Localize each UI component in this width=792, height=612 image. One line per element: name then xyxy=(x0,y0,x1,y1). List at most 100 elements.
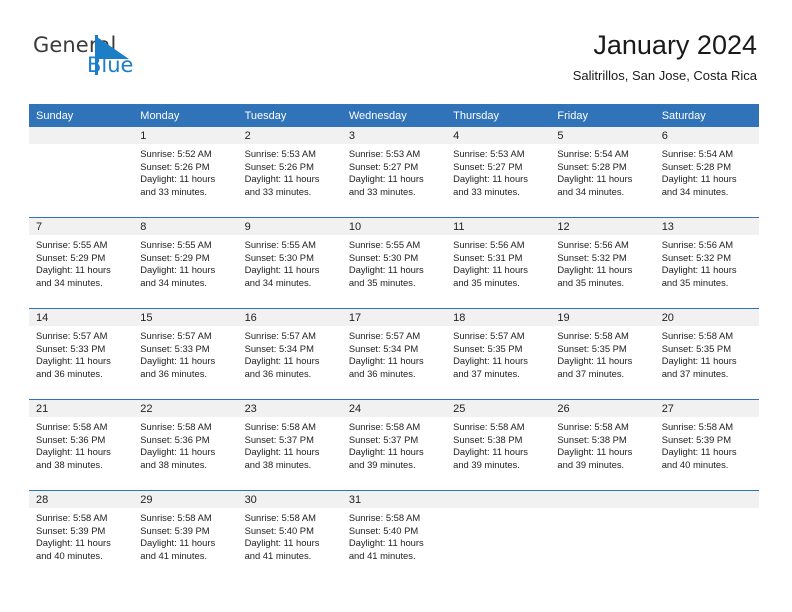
day-cell[interactable]: 18 Sunrise: 5:57 AM Sunset: 5:35 PM Dayl… xyxy=(446,308,551,400)
general-blue-logo[interactable]: General Blue xyxy=(33,33,213,83)
day-number: 20 xyxy=(654,309,759,326)
daylight-text: Daylight: 11 hours and 39 minutes. xyxy=(348,446,424,470)
day-cell[interactable] xyxy=(550,490,655,581)
daylight-text: Daylight: 11 hours and 39 minutes. xyxy=(557,446,633,470)
day-cell[interactable]: 17 Sunrise: 5:57 AM Sunset: 5:34 PM Dayl… xyxy=(341,308,447,400)
day-cell[interactable]: 14 Sunrise: 5:57 AM Sunset: 5:33 PM Dayl… xyxy=(29,308,134,400)
sunset-text: Sunset: 5:32 PM xyxy=(557,251,627,263)
day-details: Sunrise: 5:58 AM Sunset: 5:40 PM Dayligh… xyxy=(342,508,446,562)
sunset-text: Sunset: 5:31 PM xyxy=(453,251,523,263)
day-cell[interactable]: 13 Sunrise: 5:56 AM Sunset: 5:32 PM Dayl… xyxy=(654,217,759,309)
day-cell[interactable]: 6 Sunrise: 5:54 AM Sunset: 5:28 PM Dayli… xyxy=(654,127,759,218)
sunset-text: Sunset: 5:27 PM xyxy=(348,160,419,172)
day-cell[interactable]: 12 Sunrise: 5:56 AM Sunset: 5:32 PM Dayl… xyxy=(550,217,655,309)
day-details: Sunrise: 5:58 AM Sunset: 5:38 PM Dayligh… xyxy=(550,417,654,471)
sunrise-text: Sunrise: 5:58 AM xyxy=(244,512,316,523)
day-cell[interactable]: 9 Sunrise: 5:55 AM Sunset: 5:30 PM Dayli… xyxy=(237,217,342,309)
day-cell[interactable]: 23 Sunrise: 5:58 AM Sunset: 5:37 PM Dayl… xyxy=(237,399,342,491)
day-cell[interactable]: 29 Sunrise: 5:58 AM Sunset: 5:39 PM Dayl… xyxy=(133,490,238,581)
day-number: 17 xyxy=(341,309,447,326)
day-number: 23 xyxy=(237,400,342,417)
day-number xyxy=(446,491,551,508)
page-subtitle: Salitrillos, San Jose, Costa Rica xyxy=(572,68,757,83)
sunset-text: Sunset: 5:29 PM xyxy=(36,251,106,263)
daylight-text: Daylight: 11 hours and 35 minutes. xyxy=(453,264,528,288)
day-cell[interactable]: 2 Sunrise: 5:53 AM Sunset: 5:26 PM Dayli… xyxy=(237,127,342,218)
sunset-text: Sunset: 5:38 PM xyxy=(453,433,523,445)
day-details: Sunrise: 5:52 AM Sunset: 5:26 PM Dayligh… xyxy=(133,144,237,198)
day-cell[interactable]: 31 Sunrise: 5:58 AM Sunset: 5:40 PM Dayl… xyxy=(341,490,447,581)
day-details: Sunrise: 5:55 AM Sunset: 5:30 PM Dayligh… xyxy=(238,235,342,289)
day-cell[interactable]: 19 Sunrise: 5:58 AM Sunset: 5:35 PM Dayl… xyxy=(550,308,655,400)
daylight-text: Daylight: 11 hours and 35 minutes. xyxy=(661,264,737,288)
sunrise-text: Sunrise: 5:54 AM xyxy=(557,148,629,159)
day-details: Sunrise: 5:57 AM Sunset: 5:34 PM Dayligh… xyxy=(238,326,342,380)
daylight-text: Daylight: 11 hours and 39 minutes. xyxy=(453,446,528,470)
daylight-text: Daylight: 11 hours and 33 minutes. xyxy=(140,173,216,197)
page-header: General Blue January 2024 Salitrillos, S… xyxy=(0,0,792,104)
day-details: Sunrise: 5:56 AM Sunset: 5:31 PM Dayligh… xyxy=(446,235,550,289)
daylight-text: Daylight: 11 hours and 34 minutes. xyxy=(36,264,111,288)
sunrise-text: Sunrise: 5:58 AM xyxy=(348,512,421,523)
day-number: 29 xyxy=(133,491,238,508)
sunset-text: Sunset: 5:39 PM xyxy=(36,524,106,536)
daylight-text: Daylight: 11 hours and 41 minutes. xyxy=(244,537,320,561)
day-number: 14 xyxy=(29,309,134,326)
day-details: Sunrise: 5:53 AM Sunset: 5:27 PM Dayligh… xyxy=(342,144,446,198)
day-cell[interactable]: 25 Sunrise: 5:58 AM Sunset: 5:38 PM Dayl… xyxy=(446,399,551,491)
sunset-text: Sunset: 5:39 PM xyxy=(140,524,210,536)
day-cell[interactable] xyxy=(446,490,551,581)
sunrise-text: Sunrise: 5:54 AM xyxy=(661,148,734,159)
day-cell[interactable]: 10 Sunrise: 5:55 AM Sunset: 5:30 PM Dayl… xyxy=(341,217,447,309)
day-cell[interactable]: 16 Sunrise: 5:57 AM Sunset: 5:34 PM Dayl… xyxy=(237,308,342,400)
day-cell[interactable]: 20 Sunrise: 5:58 AM Sunset: 5:35 PM Dayl… xyxy=(654,308,759,400)
weekday-header-monday: Monday xyxy=(133,104,238,127)
day-cell[interactable]: 4 Sunrise: 5:53 AM Sunset: 5:27 PM Dayli… xyxy=(446,127,551,218)
day-cell[interactable]: 15 Sunrise: 5:57 AM Sunset: 5:33 PM Dayl… xyxy=(133,308,238,400)
daylight-text: Daylight: 11 hours and 33 minutes. xyxy=(348,173,424,197)
sunset-text: Sunset: 5:29 PM xyxy=(140,251,210,263)
day-cell[interactable] xyxy=(29,127,134,218)
day-number: 1 xyxy=(133,127,238,144)
day-cell[interactable]: 22 Sunrise: 5:58 AM Sunset: 5:36 PM Dayl… xyxy=(133,399,238,491)
day-number: 30 xyxy=(237,491,342,508)
sunset-text: Sunset: 5:38 PM xyxy=(557,433,627,445)
daylight-text: Daylight: 11 hours and 37 minutes. xyxy=(661,355,737,379)
day-number xyxy=(550,491,655,508)
day-number: 2 xyxy=(237,127,342,144)
weekday-header-saturday: Saturday xyxy=(654,104,759,127)
sunrise-text: Sunrise: 5:58 AM xyxy=(557,330,629,341)
day-cell[interactable]: 8 Sunrise: 5:55 AM Sunset: 5:29 PM Dayli… xyxy=(133,217,238,309)
calendar-body: 1 Sunrise: 5:52 AM Sunset: 5:26 PM Dayli… xyxy=(29,127,759,581)
day-cell[interactable]: 28 Sunrise: 5:58 AM Sunset: 5:39 PM Dayl… xyxy=(29,490,134,581)
day-cell[interactable]: 30 Sunrise: 5:58 AM Sunset: 5:40 PM Dayl… xyxy=(237,490,342,581)
day-cell[interactable]: 3 Sunrise: 5:53 AM Sunset: 5:27 PM Dayli… xyxy=(341,127,447,218)
daylight-text: Daylight: 11 hours and 33 minutes. xyxy=(244,173,320,197)
daylight-text: Daylight: 11 hours and 36 minutes. xyxy=(140,355,216,379)
day-cell[interactable]: 27 Sunrise: 5:58 AM Sunset: 5:39 PM Dayl… xyxy=(654,399,759,491)
day-cell[interactable]: 7 Sunrise: 5:55 AM Sunset: 5:29 PM Dayli… xyxy=(29,217,134,309)
daylight-text: Daylight: 11 hours and 34 minutes. xyxy=(244,264,320,288)
sunset-text: Sunset: 5:40 PM xyxy=(348,524,419,536)
sunrise-text: Sunrise: 5:52 AM xyxy=(140,148,212,159)
day-number: 19 xyxy=(550,309,655,326)
day-details: Sunrise: 5:57 AM Sunset: 5:33 PM Dayligh… xyxy=(133,326,237,380)
sunrise-text: Sunrise: 5:55 AM xyxy=(140,239,212,250)
day-details xyxy=(29,144,133,148)
day-cell[interactable]: 1 Sunrise: 5:52 AM Sunset: 5:26 PM Dayli… xyxy=(133,127,238,218)
day-cell[interactable] xyxy=(654,490,759,581)
day-cell[interactable]: 11 Sunrise: 5:56 AM Sunset: 5:31 PM Dayl… xyxy=(446,217,551,309)
sunrise-text: Sunrise: 5:53 AM xyxy=(348,148,421,159)
sunrise-sunset-calendar: Sunday Monday Tuesday Wednesday Thursday… xyxy=(29,104,759,581)
day-cell[interactable]: 5 Sunrise: 5:54 AM Sunset: 5:28 PM Dayli… xyxy=(550,127,655,218)
day-number: 10 xyxy=(341,218,447,235)
sunset-text: Sunset: 5:35 PM xyxy=(557,342,627,354)
day-details: Sunrise: 5:58 AM Sunset: 5:37 PM Dayligh… xyxy=(238,417,342,471)
day-cell[interactable]: 26 Sunrise: 5:58 AM Sunset: 5:38 PM Dayl… xyxy=(550,399,655,491)
day-cell[interactable]: 24 Sunrise: 5:58 AM Sunset: 5:37 PM Dayl… xyxy=(341,399,447,491)
sunset-text: Sunset: 5:36 PM xyxy=(36,433,106,445)
day-cell[interactable]: 21 Sunrise: 5:58 AM Sunset: 5:36 PM Dayl… xyxy=(29,399,134,491)
sunset-text: Sunset: 5:27 PM xyxy=(453,160,523,172)
daylight-text: Daylight: 11 hours and 38 minutes. xyxy=(140,446,216,470)
sunset-text: Sunset: 5:37 PM xyxy=(244,433,314,445)
